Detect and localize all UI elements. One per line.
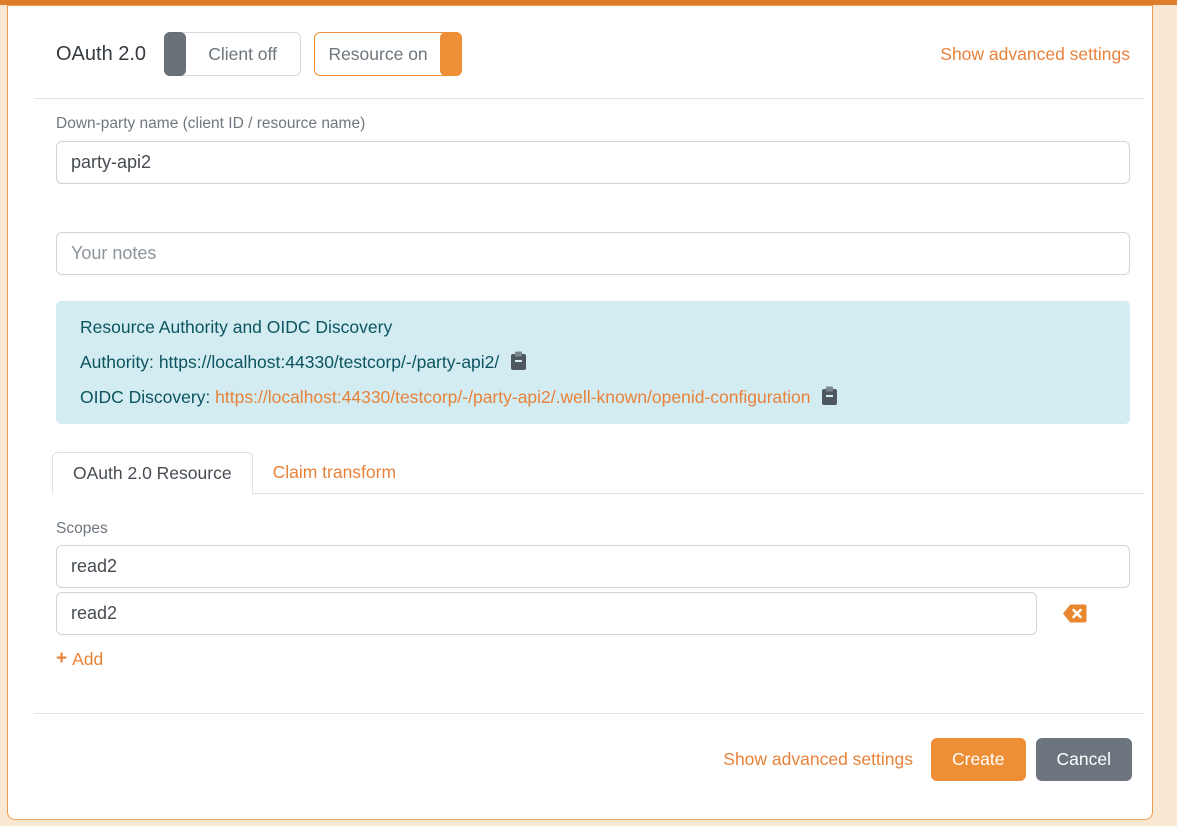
oauth-down-party-card: OAuth 2.0 Client off Resource on Show ad… xyxy=(7,5,1153,820)
copy-authority-button[interactable] xyxy=(510,351,527,374)
tab-bar: OAuth 2.0 Resource Claim transform xyxy=(52,451,1144,494)
discovery-label: OIDC Discovery: xyxy=(80,387,210,407)
show-advanced-settings-link-top[interactable]: Show advanced settings xyxy=(940,44,1130,65)
header: OAuth 2.0 Client off Resource on Show ad… xyxy=(34,6,1144,98)
cancel-button[interactable]: Cancel xyxy=(1036,738,1132,781)
authority-info-box: Resource Authority and OIDC Discovery Au… xyxy=(56,301,1130,424)
backspace-delete-icon xyxy=(1062,603,1087,624)
discovery-line: OIDC Discovery: https://localhost:44330/… xyxy=(80,380,1106,415)
scopes-label: Scopes xyxy=(56,520,1130,538)
remove-scope-button[interactable] xyxy=(1062,603,1087,624)
discovery-url-link[interactable]: https://localhost:44330/testcorp/-/party… xyxy=(215,387,810,407)
authority-url: https://localhost:44330/testcorp/-/party… xyxy=(159,352,499,372)
plus-icon: + xyxy=(56,648,67,670)
tab-claim-transform[interactable]: Claim transform xyxy=(253,451,417,493)
show-advanced-settings-link-bottom[interactable]: Show advanced settings xyxy=(723,749,913,770)
toggle-knob xyxy=(440,32,462,76)
notes-input[interactable] xyxy=(56,232,1130,275)
authority-label: Authority: xyxy=(80,352,154,372)
authority-line: Authority: https://localhost:44330/testc… xyxy=(80,345,1106,380)
clipboard-icon xyxy=(510,351,527,371)
clipboard-icon xyxy=(821,386,838,406)
footer: Show advanced settings Create Cancel xyxy=(34,714,1144,781)
resource-toggle-label: Resource on xyxy=(328,44,427,65)
info-box-title: Resource Authority and OIDC Discovery xyxy=(80,310,1106,345)
tab-oauth-resource[interactable]: OAuth 2.0 Resource xyxy=(52,452,253,494)
scope-input-1[interactable] xyxy=(56,545,1130,588)
add-scope-label: Add xyxy=(72,649,103,670)
copy-discovery-button[interactable] xyxy=(821,386,838,409)
client-toggle-button[interactable]: Client off xyxy=(164,32,301,76)
toggle-knob xyxy=(164,32,186,76)
protocol-label: OAuth 2.0 xyxy=(56,43,146,66)
down-party-name-label: Down-party name (client ID / resource na… xyxy=(56,115,1130,133)
client-toggle-label: Client off xyxy=(208,44,277,65)
create-button[interactable]: Create xyxy=(931,738,1026,781)
header-divider xyxy=(34,98,1144,99)
scope-input-2[interactable] xyxy=(56,592,1037,635)
down-party-name-input[interactable] xyxy=(56,141,1130,184)
resource-toggle-button[interactable]: Resource on xyxy=(314,32,462,76)
add-scope-button[interactable]: + Add xyxy=(56,648,1130,670)
top-accent-bar xyxy=(0,0,1177,5)
